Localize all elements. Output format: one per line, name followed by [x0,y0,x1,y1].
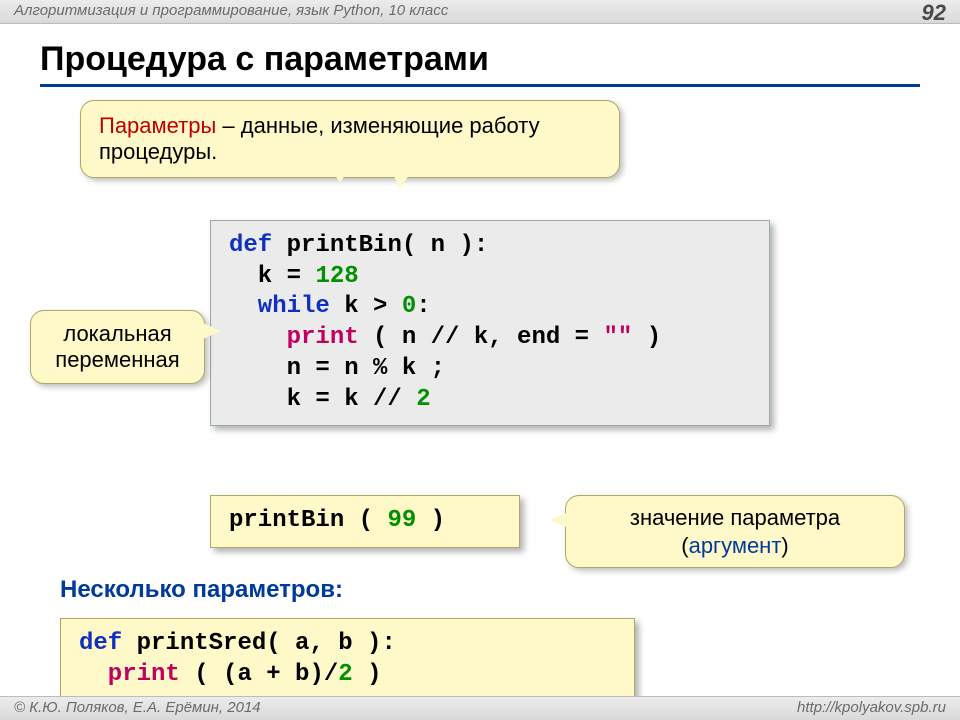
callout-argument-tail [550,512,568,528]
callout-local-var-l2: переменная [55,347,179,372]
callout-parameters-tail [330,167,350,183]
callout-argument-hl: аргумент [689,533,782,558]
callout-parameters: Параметры – данные, изменяющие работу пр… [80,100,620,178]
code-printsred: def printSred( a, b ): print ( (a + b)/2… [60,618,635,701]
code-procedure: def printBin( n ): k = 128 while k > 0: … [210,220,770,426]
subheading: Несколько параметров: [60,576,343,604]
slide-title: Процедура с параметрами [40,40,489,79]
footer-authors: © К.Ю. Поляков, Е.А. Ерёмин, 2014 [14,699,261,718]
callout-argument-l1: значение параметра [630,505,840,530]
page-number: 92 [922,0,946,26]
callout-local-var-tail [203,323,221,339]
callout-parameters-hl: Параметры [99,113,216,138]
callout-argument: значение параметра (аргумент) [565,495,905,568]
callout-parameters-tail2 [390,167,414,189]
header-bar: Алгоритмизация и программирование, язык … [0,0,960,24]
callout-local-var-l1: локальная [63,321,171,346]
footer-bar: © К.Ю. Поляков, Е.А. Ерёмин, 2014 http:/… [0,696,960,720]
course-title: Алгоритмизация и программирование, язык … [14,2,448,19]
title-rule [40,84,920,87]
code-call: printBin ( 99 ) [210,495,520,548]
callout-local-var: локальная переменная [30,310,205,384]
footer-link[interactable]: http://kpolyakov.spb.ru [797,699,946,718]
